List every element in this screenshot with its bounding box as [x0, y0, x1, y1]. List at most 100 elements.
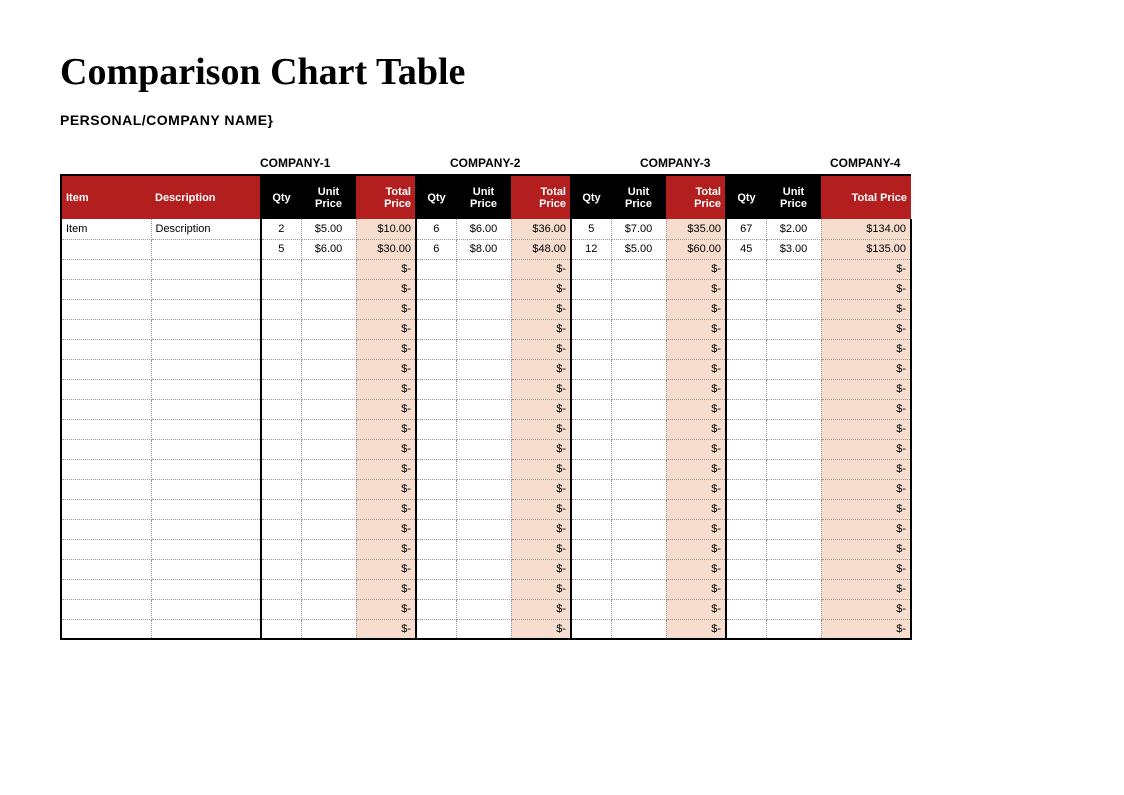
cell — [766, 339, 821, 359]
cell — [726, 419, 766, 439]
header-c1-total: Total Price — [356, 175, 416, 219]
cell — [456, 419, 511, 439]
cell: $- — [356, 279, 416, 299]
cell — [766, 599, 821, 619]
cell — [151, 579, 261, 599]
cell: $134.00 — [821, 219, 911, 239]
cell — [456, 339, 511, 359]
cell — [261, 299, 301, 319]
cell — [261, 579, 301, 599]
cell — [301, 379, 356, 399]
cell: $- — [511, 359, 571, 379]
cell — [61, 459, 151, 479]
cell — [611, 259, 666, 279]
cell — [301, 579, 356, 599]
cell: $- — [511, 479, 571, 499]
cell: $- — [666, 319, 726, 339]
cell — [261, 479, 301, 499]
cell — [571, 599, 611, 619]
cell: $- — [511, 399, 571, 419]
table-row: $-$-$-$- — [61, 399, 911, 419]
header-c2-total: Total Price — [511, 175, 571, 219]
cell — [726, 619, 766, 639]
cell — [261, 439, 301, 459]
cell — [61, 259, 151, 279]
table-row: $-$-$-$- — [61, 339, 911, 359]
cell — [151, 259, 261, 279]
cell — [766, 319, 821, 339]
cell — [151, 339, 261, 359]
cell: $- — [356, 459, 416, 479]
cell: $- — [356, 579, 416, 599]
cell — [456, 559, 511, 579]
table-row: $-$-$-$- — [61, 519, 911, 539]
cell — [261, 539, 301, 559]
cell: 5 — [571, 219, 611, 239]
cell — [61, 379, 151, 399]
header-c4-unit: Unit Price — [766, 175, 821, 219]
company-4-label: COMPANY-4 — [830, 156, 1015, 174]
cell — [456, 379, 511, 399]
cell — [456, 619, 511, 639]
cell: $- — [511, 259, 571, 279]
cell: $3.00 — [766, 239, 821, 259]
cell — [456, 279, 511, 299]
cell: $2.00 — [766, 219, 821, 239]
cell — [571, 479, 611, 499]
cell — [301, 519, 356, 539]
cell — [61, 599, 151, 619]
cell — [571, 299, 611, 319]
cell — [261, 559, 301, 579]
cell: 2 — [261, 219, 301, 239]
cell — [416, 479, 456, 499]
cell — [766, 419, 821, 439]
table-row: $-$-$-$- — [61, 439, 911, 459]
cell: $8.00 — [456, 239, 511, 259]
cell — [766, 259, 821, 279]
cell: $- — [356, 539, 416, 559]
cell: $- — [356, 619, 416, 639]
cell — [571, 319, 611, 339]
cell: $- — [666, 619, 726, 639]
cell — [571, 499, 611, 519]
cell — [766, 359, 821, 379]
cell — [611, 539, 666, 559]
cell — [416, 439, 456, 459]
cell — [456, 259, 511, 279]
cell — [416, 579, 456, 599]
cell — [151, 439, 261, 459]
cell — [571, 539, 611, 559]
cell — [456, 299, 511, 319]
table-row: $-$-$-$- — [61, 459, 911, 479]
cell: $- — [356, 519, 416, 539]
cell: $- — [821, 619, 911, 639]
header-c1-qty: Qty — [261, 175, 301, 219]
cell — [726, 579, 766, 599]
cell — [151, 459, 261, 479]
cell — [726, 479, 766, 499]
cell — [416, 619, 456, 639]
cell: $- — [511, 599, 571, 619]
cell — [726, 359, 766, 379]
cell: $- — [821, 499, 911, 519]
cell: $- — [821, 459, 911, 479]
cell — [456, 599, 511, 619]
cell — [301, 259, 356, 279]
cell: $- — [511, 339, 571, 359]
cell — [766, 379, 821, 399]
cell — [766, 559, 821, 579]
cell — [151, 619, 261, 639]
cell: $- — [821, 299, 911, 319]
cell — [456, 359, 511, 379]
company-1-label: COMPANY-1 — [260, 156, 415, 174]
table-row: $-$-$-$- — [61, 299, 911, 319]
company-3-label: COMPANY-3 — [640, 156, 795, 174]
cell — [456, 579, 511, 599]
cell — [456, 319, 511, 339]
cell — [726, 459, 766, 479]
cell — [766, 459, 821, 479]
header-description: Description — [151, 175, 261, 219]
cell — [301, 319, 356, 339]
cell: $- — [821, 339, 911, 359]
cell: $- — [821, 279, 911, 299]
